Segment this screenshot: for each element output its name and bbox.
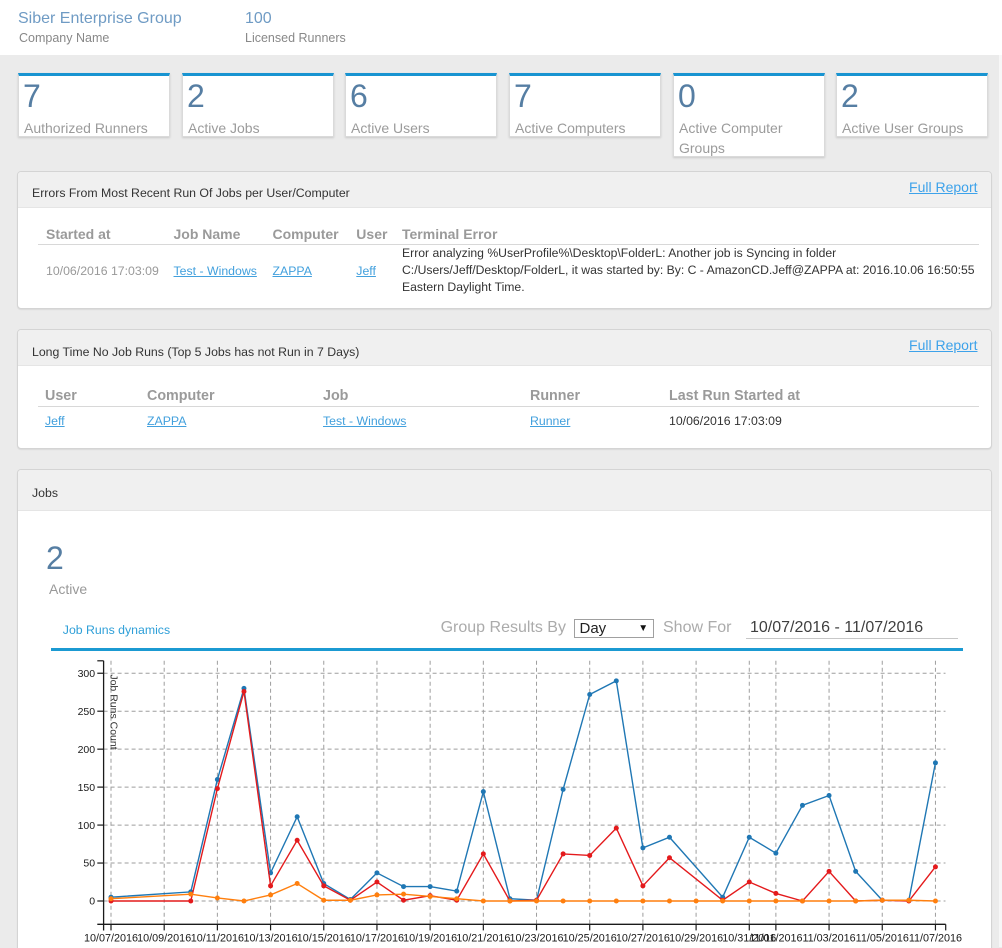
svg-text:11/07/2016: 11/07/2016 <box>909 932 962 944</box>
svg-text:250: 250 <box>78 706 96 718</box>
svg-text:11/03/2016: 11/03/2016 <box>802 932 855 944</box>
svg-text:10/29/2016: 10/29/2016 <box>669 932 723 944</box>
svg-text:10/09/2016: 10/09/2016 <box>137 932 191 944</box>
svg-text:11/05/2016: 11/05/2016 <box>856 932 909 944</box>
svg-text:10/13/2016: 10/13/2016 <box>244 932 298 944</box>
svg-text:10/17/2016: 10/17/2016 <box>350 932 404 944</box>
svg-text:10/21/2016: 10/21/2016 <box>456 932 510 944</box>
svg-text:10/07/2016: 10/07/2016 <box>84 932 138 944</box>
svg-text:11/01/2016: 11/01/2016 <box>749 932 802 944</box>
svg-text:100: 100 <box>78 820 96 832</box>
svg-text:50: 50 <box>83 858 95 870</box>
svg-text:200: 200 <box>78 744 96 756</box>
svg-text:0: 0 <box>89 896 95 908</box>
svg-text:10/23/2016: 10/23/2016 <box>509 932 563 944</box>
svg-text:10/27/2016: 10/27/2016 <box>616 932 670 944</box>
svg-text:10/15/2016: 10/15/2016 <box>297 932 351 944</box>
svg-text:10/25/2016: 10/25/2016 <box>563 932 617 944</box>
svg-text:10/11/2016: 10/11/2016 <box>191 932 244 944</box>
svg-text:10/19/2016: 10/19/2016 <box>403 932 457 944</box>
svg-text:Job Runs Count: Job Runs Count <box>108 674 120 749</box>
svg-text:300: 300 <box>78 668 96 680</box>
svg-text:150: 150 <box>78 782 96 794</box>
